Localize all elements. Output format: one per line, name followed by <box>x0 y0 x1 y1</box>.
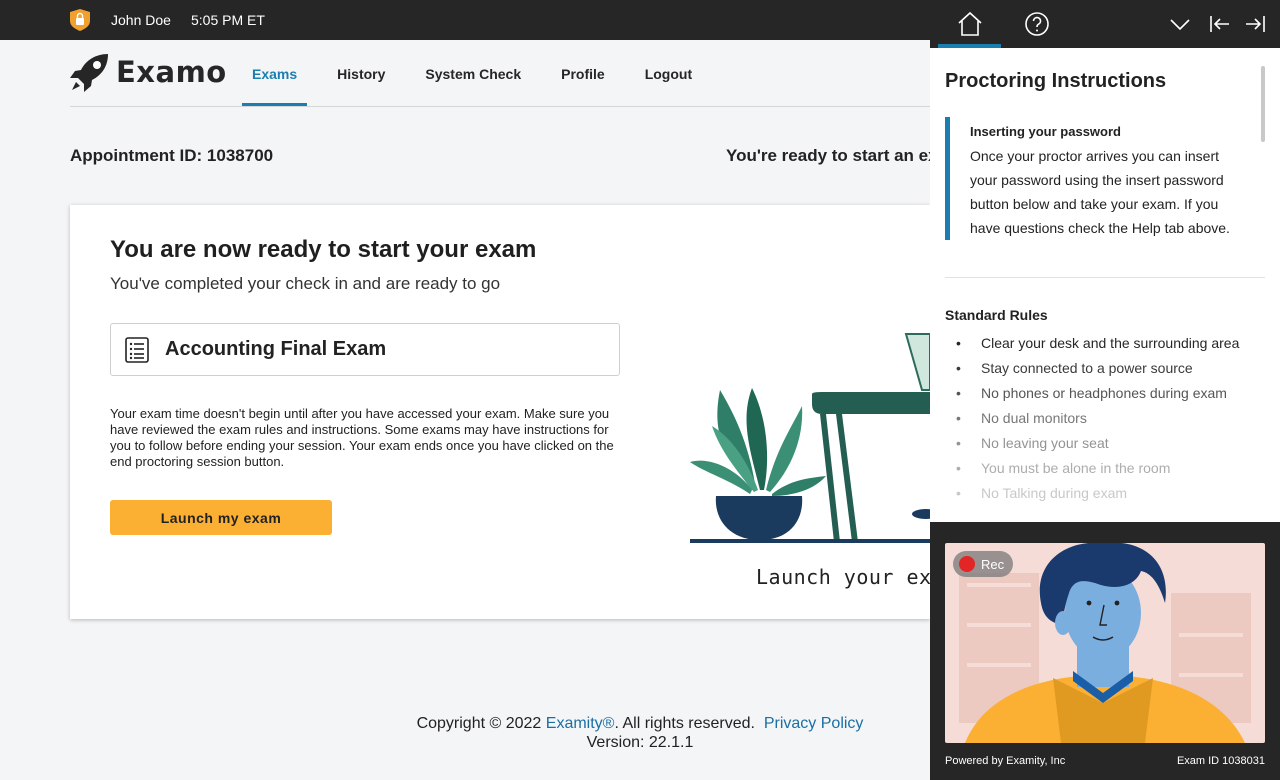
examity-link[interactable]: Examity® <box>546 715 615 732</box>
nav-exams[interactable]: Exams <box>242 40 308 107</box>
list-item: No leaving your seat <box>945 431 1265 456</box>
privacy-policy-link[interactable]: Privacy Policy <box>764 715 864 732</box>
powered-by: Powered by Examity, Inc <box>945 755 1066 767</box>
list-item: Clear your desk and the surrounding area <box>945 331 1265 356</box>
rules-list: Clear your desk and the surrounding area… <box>945 331 1265 521</box>
proctoring-panel: Proctoring Instructions Inserting your p… <box>930 0 1280 780</box>
brand-name: Examo <box>116 55 227 89</box>
home-icon <box>957 11 982 36</box>
nav-logout[interactable]: Logout <box>635 40 702 107</box>
collapse-left-icon[interactable] <box>1209 13 1231 35</box>
exam-ready-card: You are now ready to start your exam You… <box>70 205 930 619</box>
panel-toolbar <box>930 0 1280 48</box>
clock-time: 5:05 PM ET <box>191 12 265 28</box>
user-name: John Doe <box>111 12 171 28</box>
rec-label: Rec <box>981 556 1005 572</box>
collapse-right-icon[interactable] <box>1244 13 1266 35</box>
list-item: You must be alone in the room <box>945 456 1265 481</box>
panel-divider <box>945 277 1265 278</box>
list-item: Stay connected to a power source <box>945 356 1265 381</box>
list-item: No Talking during exam <box>945 481 1265 506</box>
rights-text: . All rights reserved. <box>614 715 755 732</box>
panel-title: Proctoring Instructions <box>945 70 1167 92</box>
rules-title: Standard Rules <box>945 307 1048 323</box>
desk-plant-illustration <box>690 333 930 543</box>
record-dot-icon <box>959 556 975 572</box>
ready-heading: You're ready to start an ex <box>726 146 930 165</box>
rocket-icon <box>70 54 108 92</box>
illustration-caption: Launch your exa <box>756 565 930 589</box>
nav-profile[interactable]: Profile <box>551 40 615 107</box>
password-callout: Inserting your password Once your procto… <box>945 117 1245 240</box>
callout-title: Inserting your password <box>970 124 1121 139</box>
nav-history[interactable]: History <box>327 40 395 107</box>
lock-icon <box>70 9 90 31</box>
list-icon <box>125 336 149 363</box>
copyright-text: Copyright © 2022 <box>416 715 542 732</box>
panel-scrollbar[interactable] <box>1261 66 1265 142</box>
card-subtitle: You've completed your check in and are r… <box>110 274 501 293</box>
list-item: No phones or headphones during exam <box>945 381 1265 406</box>
tab-home[interactable] <box>938 0 1001 48</box>
nav-divider <box>70 106 930 107</box>
webcam-feed: Rec <box>945 543 1265 743</box>
exam-info-box: Accounting Final Exam <box>110 323 620 376</box>
list-item: No dual monitors <box>945 406 1265 431</box>
card-title: You are now ready to start your exam <box>110 236 537 263</box>
main-nav: Exams History System Check Profile Logou… <box>242 40 722 107</box>
webcam-area: Rec Powered by Examity, Inc Exam ID 1038… <box>930 522 1280 780</box>
exam-description: Your exam time doesn't begin until after… <box>110 406 614 469</box>
launch-exam-button[interactable]: Launch my exam <box>110 500 332 535</box>
callout-body: Once your proctor arrives you can insert… <box>970 148 1230 236</box>
nav-system-check[interactable]: System Check <box>415 40 531 107</box>
help-icon <box>1024 12 1049 36</box>
chevron-down-icon[interactable] <box>1169 13 1191 35</box>
exam-name: Accounting Final Exam <box>165 338 387 360</box>
appointment-id: Appointment ID: 1038700 <box>70 146 274 165</box>
recording-badge: Rec <box>953 551 1014 577</box>
exam-id: Exam ID 1038031 <box>1176 755 1265 767</box>
brand-logo[interactable]: Examo <box>70 52 227 92</box>
tab-help[interactable] <box>1005 0 1068 48</box>
